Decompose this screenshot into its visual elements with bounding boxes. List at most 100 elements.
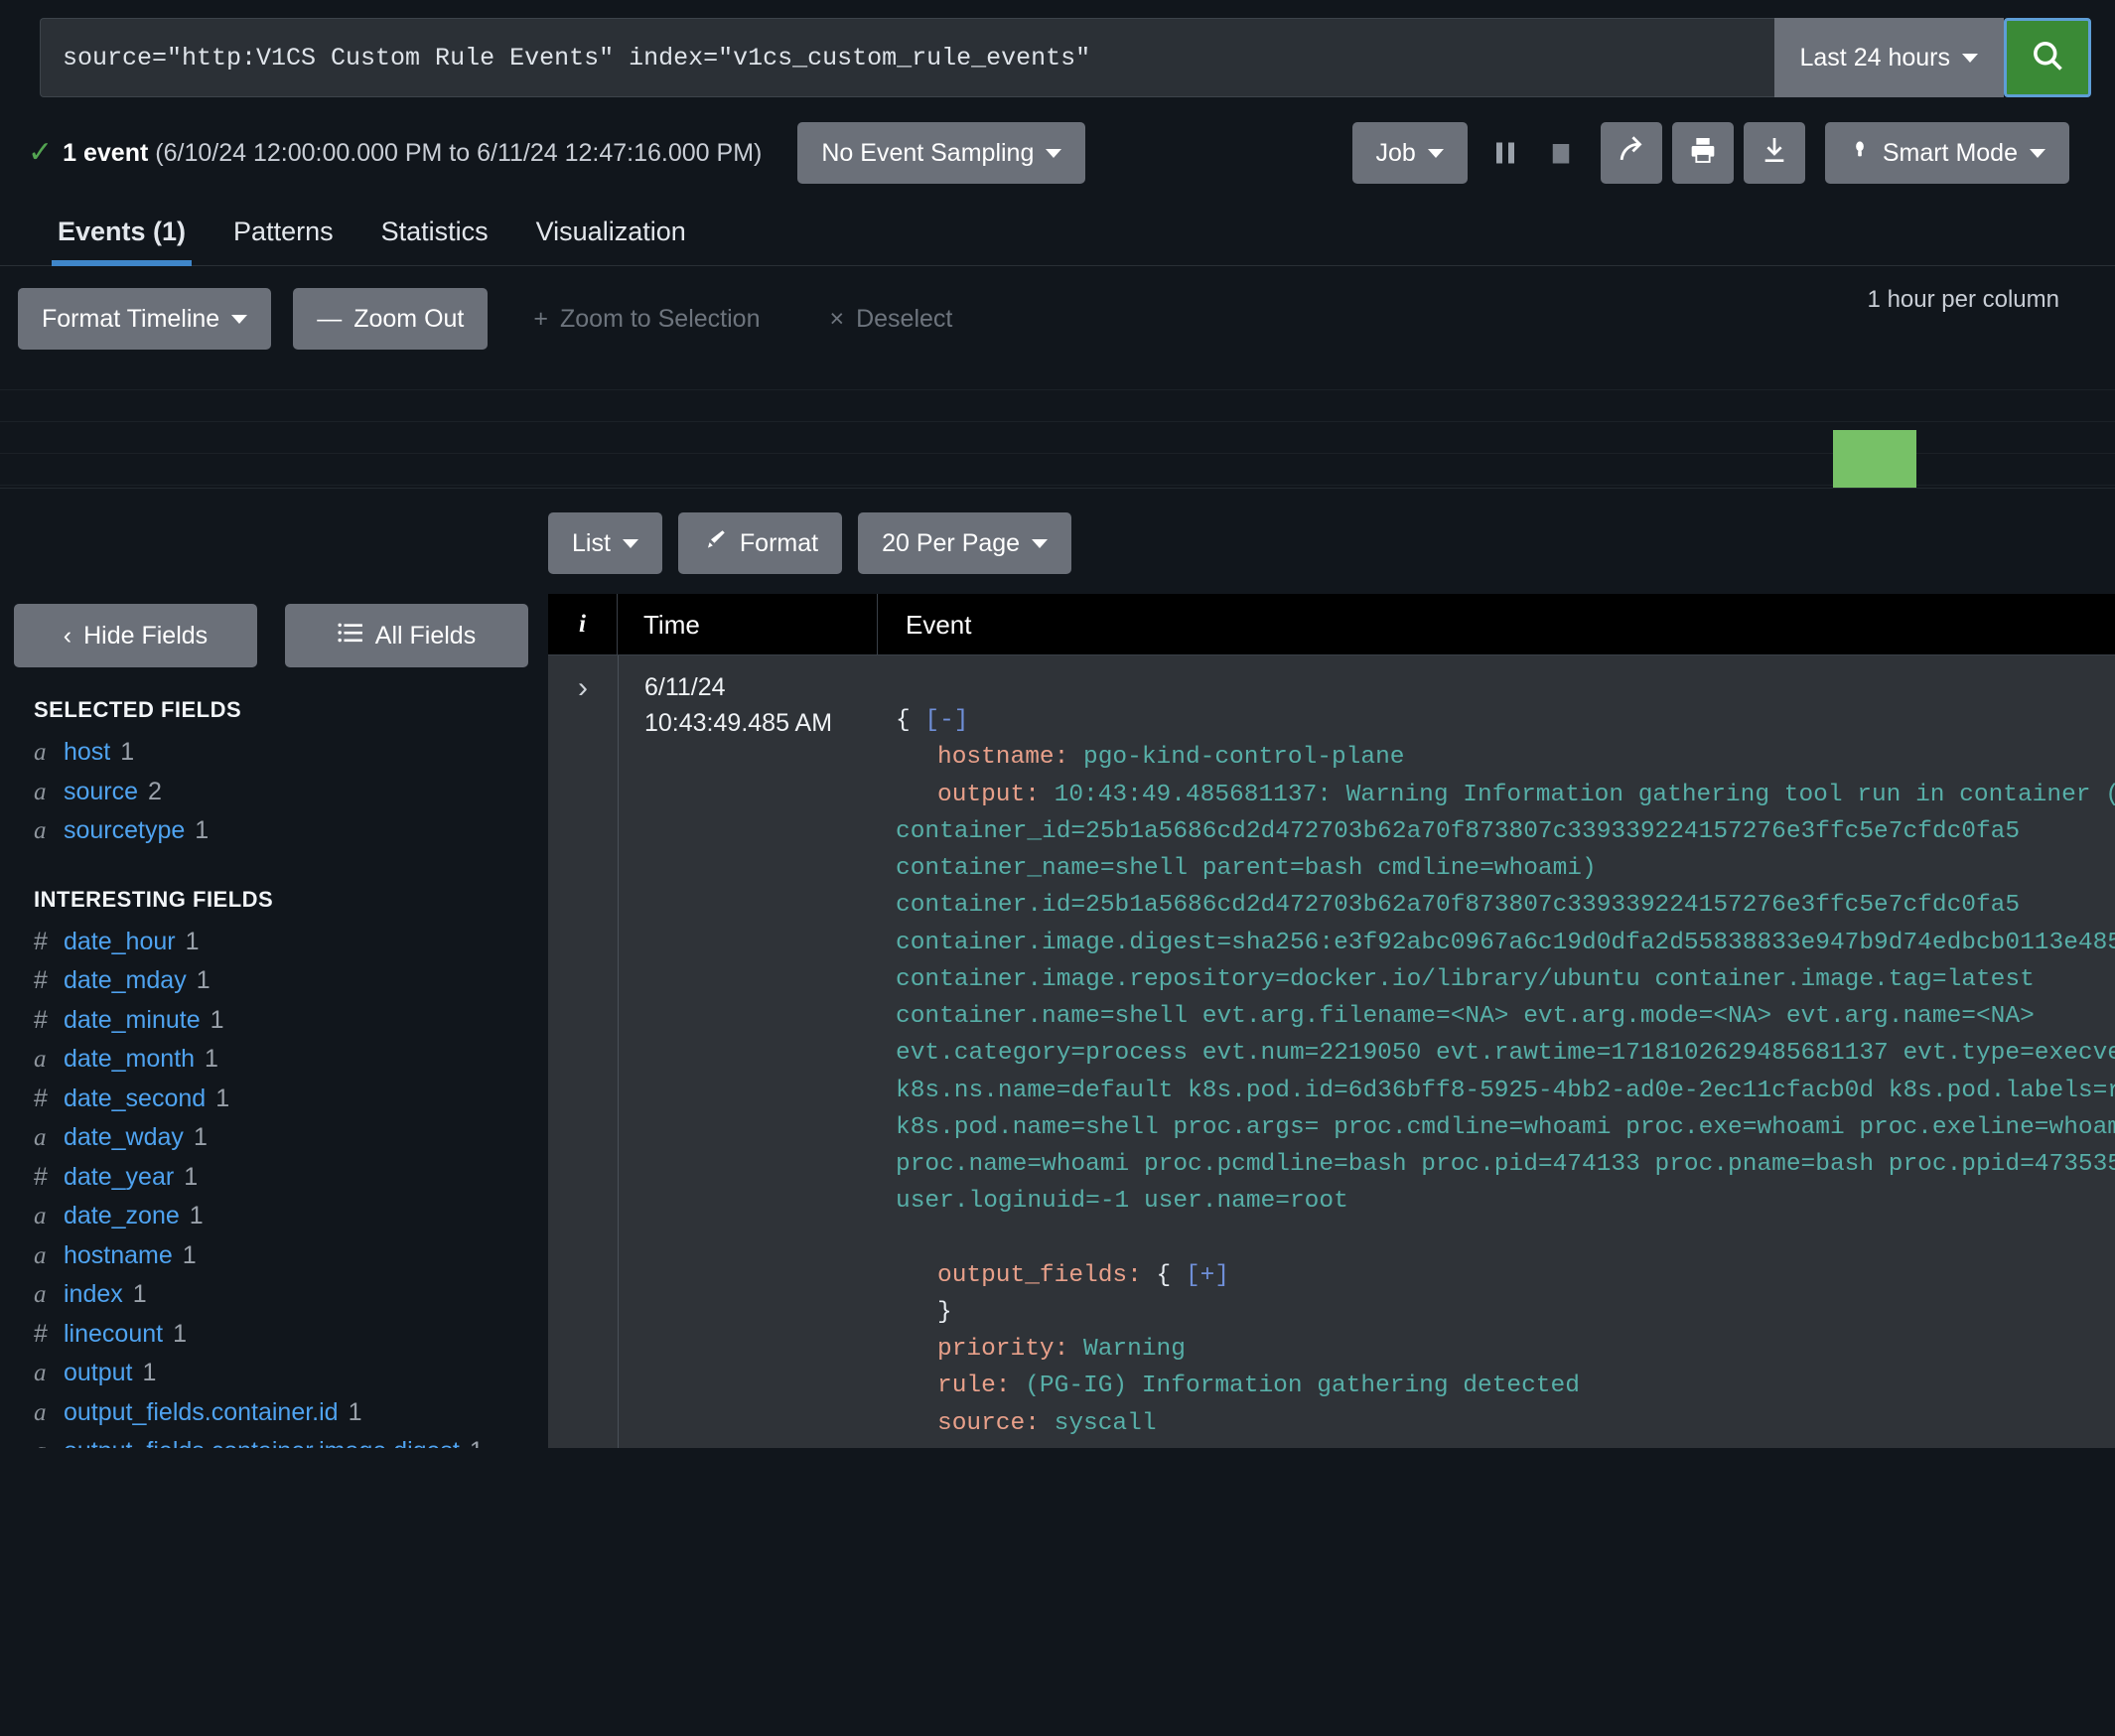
field-item-source[interactable]: a source 2 — [0, 773, 548, 812]
interesting-fields-heading: INTERESTING FIELDS — [34, 886, 274, 912]
field-item-hostname[interactable]: a hostname 1 — [0, 1236, 548, 1276]
tab-patterns[interactable]: Patterns — [210, 217, 357, 265]
share-button[interactable] — [1600, 122, 1662, 184]
json-collapse-toggle[interactable]: [-] — [924, 707, 968, 734]
search-input[interactable] — [40, 18, 1774, 97]
json-value-output-line[interactable]: 10:43:49.485681137: Warning Information … — [1055, 782, 2115, 808]
tab-events[interactable]: Events (1) — [34, 217, 210, 266]
time-range-label: Last 24 hours — [1799, 44, 1951, 72]
json-tags-open: [ — [1025, 1447, 1040, 1448]
json-value-hostname[interactable]: pgo-kind-control-plane — [1083, 744, 1404, 771]
field-value-count: 2 — [148, 777, 162, 805]
field-name: date_month — [64, 1045, 196, 1073]
field-value-count: 1 — [182, 1240, 197, 1269]
json-value-rule[interactable]: (PG-IG) Information gathering detected — [1025, 1373, 1580, 1399]
field-name: date_wday — [64, 1123, 184, 1151]
field-item-output-fields-container-id[interactable]: a output_fields.container.id 1 — [0, 1393, 548, 1433]
json-value-priority[interactable]: Warning — [1083, 1336, 1186, 1363]
field-name: host — [64, 738, 111, 766]
json-value-output-line: container.image.digest=sha256:e3f92abc09… — [896, 929, 2115, 956]
close-icon: × — [829, 304, 845, 333]
field-item-date-hour[interactable]: # date_hour 1 — [0, 923, 548, 962]
format-timeline-button[interactable]: Format Timeline — [18, 288, 272, 350]
field-item-date-second[interactable]: # date_second 1 — [0, 1080, 548, 1119]
field-item-date-wday[interactable]: a date_wday 1 — [0, 1118, 548, 1158]
all-fields-button[interactable]: All Fields — [285, 604, 528, 667]
timeline-gridline — [0, 453, 2115, 454]
download-icon — [1759, 134, 1790, 173]
field-item-output[interactable]: a output 1 — [0, 1354, 548, 1393]
field-value-count: 1 — [470, 1437, 484, 1448]
field-item-index[interactable]: a index 1 — [0, 1275, 548, 1315]
per-page-label: 20 Per Page — [882, 528, 1021, 557]
json-value-source[interactable]: syscall — [1055, 1410, 1157, 1437]
field-value-count: 1 — [184, 1162, 199, 1191]
json-output-fields-close: } — [937, 1298, 952, 1326]
event-json: { [-] hostname: pgo-kind-control-plane o… — [896, 665, 2115, 1448]
export-button[interactable] — [1743, 122, 1805, 184]
results-controls: List Format 20 Per Page — [0, 489, 2115, 594]
hide-fields-label: Hide Fields — [83, 621, 209, 650]
job-button[interactable]: Job — [1351, 122, 1468, 184]
json-value-output-line: container.id=25b1a5686cd2d472703b62a70f8… — [896, 892, 2021, 920]
json-value-output-line: k8s.pod.name=shell proc.args= proc.cmdli… — [896, 1113, 2115, 1141]
field-item-date-year[interactable]: # date_year 1 — [0, 1158, 548, 1198]
tab-visualization[interactable]: Visualization — [512, 217, 710, 265]
column-header-info: i — [548, 594, 618, 655]
field-item-date-zone[interactable]: a date_zone 1 — [0, 1197, 548, 1236]
numeric-type-icon: # — [34, 1319, 48, 1348]
time-range-picker[interactable]: Last 24 hours — [1773, 18, 2004, 97]
json-key-hostname: hostname: — [937, 744, 1069, 772]
field-item-linecount[interactable]: # linecount 1 — [0, 1315, 548, 1355]
event-sampling-button[interactable]: No Event Sampling — [797, 122, 1086, 184]
table-row: › 6/11/24 10:43:49.485 AM { [-] hostname… — [548, 655, 2115, 1448]
chevron-down-icon — [231, 314, 248, 324]
field-item-date-month[interactable]: a date_month 1 — [0, 1040, 548, 1080]
tab-statistics[interactable]: Statistics — [357, 217, 512, 265]
search-button[interactable] — [2004, 18, 2091, 97]
field-name: date_hour — [64, 927, 176, 955]
json-tags-toggle[interactable]: [+] — [1055, 1447, 1098, 1448]
field-value-count: 1 — [142, 1359, 157, 1386]
string-type-icon: a — [34, 739, 47, 766]
field-item-sourcetype[interactable]: a sourcetype 1 — [0, 811, 548, 851]
field-item-date-minute[interactable]: # date_minute 1 — [0, 1001, 548, 1041]
field-value-count: 1 — [132, 1280, 147, 1308]
timeline-bar[interactable] — [1833, 430, 1916, 488]
field-name: date_year — [64, 1162, 175, 1191]
stop-icon[interactable] — [1543, 135, 1579, 171]
chevron-right-icon[interactable]: › — [578, 671, 588, 705]
json-value-output-line: user.loginuid=-1 user.name=root — [896, 1188, 1348, 1216]
pause-icon[interactable] — [1487, 135, 1523, 171]
field-item-date-mday[interactable]: # date_mday 1 — [0, 961, 548, 1001]
json-value-output-line: proc.name=whoami proc.pcmdline=bash proc… — [896, 1151, 2115, 1179]
event-content-cell: { [-] hostname: pgo-kind-control-plane o… — [878, 655, 2115, 1448]
hide-fields-button[interactable]: ‹ Hide Fields — [14, 604, 257, 667]
field-name: output — [64, 1359, 133, 1386]
per-page-button[interactable]: 20 Per Page — [858, 512, 1072, 574]
events-timeline-chart[interactable]: 1 hour per column — [0, 286, 2115, 489]
plus-icon: + — [533, 304, 548, 333]
list-view-label: List — [572, 528, 611, 557]
field-item-output-fields-container-image-digest[interactable]: aoutput_fields.container.image.digest 1 — [0, 1432, 548, 1448]
list-view-button[interactable]: List — [548, 512, 662, 574]
json-value-output-line: container_id=25b1a5686cd2d472703b62a70f8… — [896, 817, 2021, 845]
json-key-output-fields: output_fields: — [937, 1261, 1142, 1289]
format-results-button[interactable]: Format — [677, 512, 843, 574]
event-time: 10:43:49.485 AM — [644, 709, 833, 738]
all-fields-label: All Fields — [374, 621, 477, 650]
json-output-fields-toggle[interactable]: [+] — [1186, 1262, 1229, 1289]
list-icon — [338, 622, 363, 651]
lightbulb-icon — [1849, 135, 1871, 172]
json-value-output-line: container_name=shell parent=bash cmdline… — [896, 855, 1597, 883]
success-check-icon: ✓ — [28, 136, 54, 169]
field-value-count: 1 — [193, 1123, 208, 1151]
result-tabs: Events (1) Patterns Statistics Visualiza… — [0, 189, 2115, 266]
events-table-header: i Time Event — [548, 594, 2115, 655]
string-type-icon: a — [34, 1046, 47, 1073]
field-item-host[interactable]: a host 1 — [0, 733, 548, 773]
minus-icon: — — [317, 304, 343, 333]
search-mode-button[interactable]: Smart Mode — [1824, 122, 2069, 184]
zoom-out-button[interactable]: — Zoom Out — [293, 288, 489, 350]
print-button[interactable] — [1671, 122, 1734, 184]
